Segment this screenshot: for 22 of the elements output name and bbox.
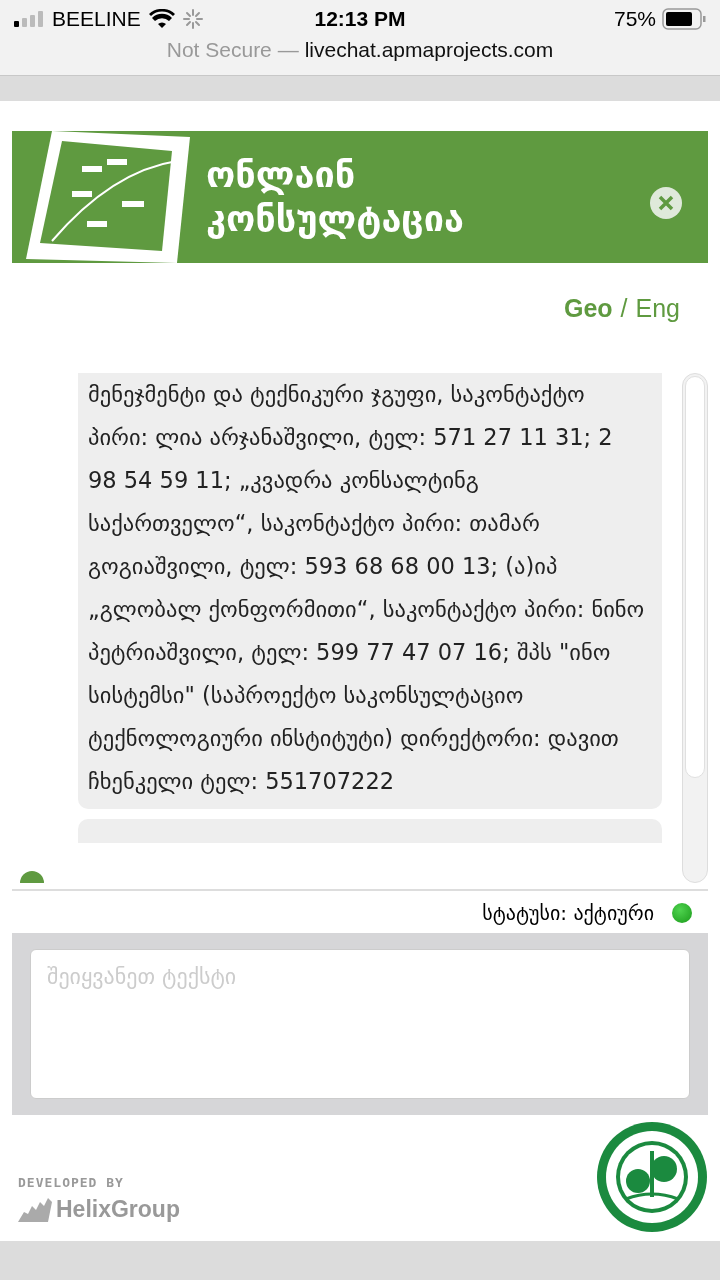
avatar-icon: [20, 871, 44, 883]
scrollbar[interactable]: [682, 373, 708, 883]
signal-icon: [14, 11, 44, 27]
language-link[interactable]: Eng: [635, 293, 680, 325]
carrier-name: BEELINE: [52, 7, 141, 31]
clock-time: 12:13 PM: [313, 7, 407, 31]
close-icon[interactable]: [650, 187, 682, 219]
developed-by-label: DEVELOPED BY: [18, 1175, 125, 1190]
emblem-logo-icon: [596, 1121, 708, 1233]
wifi-icon: [148, 9, 175, 29]
language-separator: /: [620, 293, 628, 324]
loading-spinner-icon: [182, 9, 203, 29]
status-label: სტატუსი: აქტიური: [482, 901, 654, 925]
battery-icon: [662, 8, 706, 30]
developer-logo-icon: [18, 1197, 52, 1222]
url-text[interactable]: livechat.apmaprojects.com: [304, 38, 554, 62]
developer-name[interactable]: HelixGroup: [56, 1196, 180, 1223]
banner-title: ონლაინ კონსულტაცია: [206, 153, 465, 241]
security-label: Not Secure —: [166, 38, 299, 62]
language-link[interactable]: Geo: [563, 293, 613, 325]
battery-percentage: 75%: [614, 7, 656, 31]
chat-message: მენეჯმენტი და ტექნიკური ჯგუფი, საკონტაქტო პირი: ლია არჯანაშვილი, ტელ: 571 27 11 31; 2 98 54 59 11; „კვადრა კონსალტინგ საქართველო“, საკონტაქტო პირი: თამარ გოგიაშვილი, ტელ: 593 68 68 00 13; (ა)იპ „გლობალ ქონფორმითი“, საკონტაქტო პირი: ნინო პეტრიაშვილი, ტელ: 599 77 47 07 16; შპს "ინო სისტემსი" (საპროექტო საკონსულტაციო ტექნოლოგიური ინსტიტუტი) დირექტორი: დავით ჩხენკელი ტელ: 551707222: [78, 373, 662, 809]
